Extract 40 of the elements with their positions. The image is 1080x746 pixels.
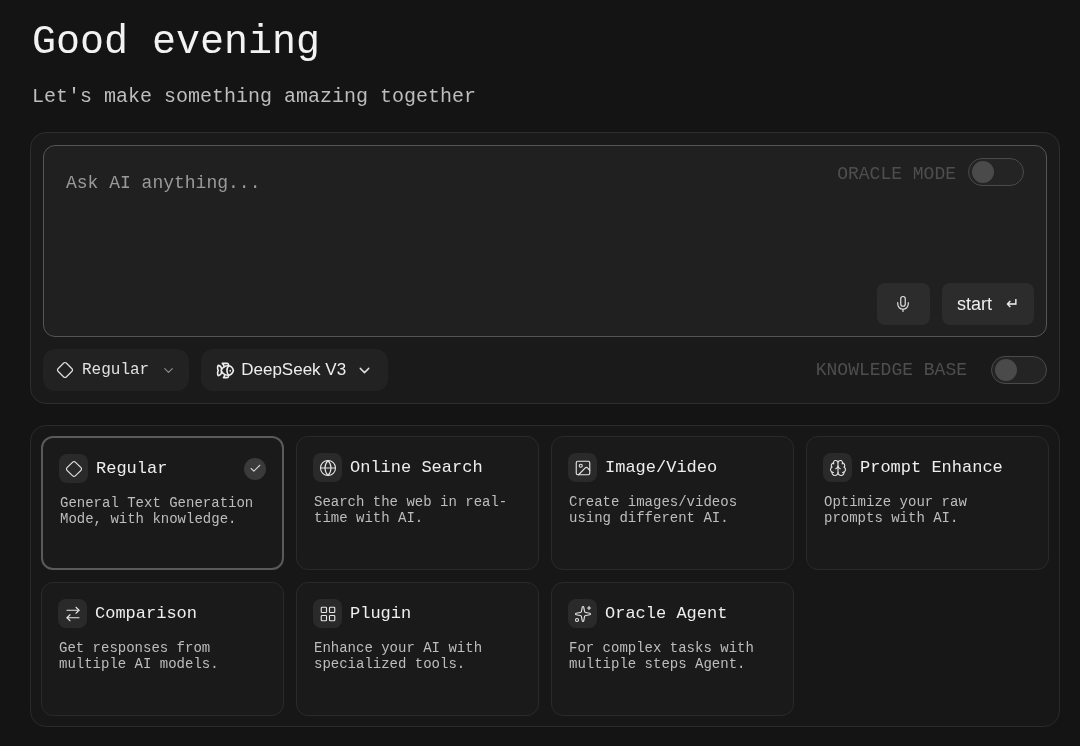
fish-icon [216, 360, 236, 380]
subtitle: Let's make something amazing together [31, 84, 478, 110]
mode-dropdown[interactable]: Regular [43, 349, 190, 391]
mode-title: Prompt Enhance [860, 456, 1003, 479]
mode-card[interactable]: Regular General Text Generation Mode, with knowledge. [41, 436, 284, 570]
globe-icon [313, 453, 342, 482]
start-button[interactable]: start ↵ [942, 283, 1034, 325]
knowledge-base-toggle[interactable] [991, 356, 1047, 384]
mode-title: Online Search [350, 456, 483, 479]
mode-title: Comparison [95, 602, 198, 625]
diamond-icon [56, 361, 74, 379]
mode-card[interactable]: Comparison Get responses from multiple AI models. [41, 582, 284, 716]
brain-icon [823, 453, 852, 482]
microphone-button[interactable] [877, 283, 930, 325]
mode-card[interactable]: Oracle Agent For complex tasks with multiple steps Agent. [551, 582, 794, 716]
sparkles-icon [568, 599, 597, 628]
arrows-icon [58, 599, 87, 628]
mode-card[interactable]: Plugin Enhance your AI with specialized tools. [296, 582, 539, 716]
mode-title: Image/Video [605, 456, 718, 479]
mode-card[interactable]: Prompt Enhance Optimize your raw prompts with AI. [806, 436, 1049, 570]
mode-description: For complex tasks with multiple steps Agent. [568, 640, 755, 672]
mode-description: General Text Generation Mode, with knowledge. [59, 495, 255, 527]
mode-description: Enhance your AI with specialized tools. [313, 640, 484, 672]
mode-title: Regular [96, 457, 168, 480]
mode-card[interactable]: Online Search Search the web in real-time with AI. [296, 436, 539, 570]
diamond-icon [59, 454, 88, 483]
grid-icon [313, 599, 342, 628]
mode-description: Get responses from multiple AI models. [58, 640, 220, 672]
mode-card[interactable]: Image/Video Create images/videos using different AI. [551, 436, 794, 570]
mode-title: Plugin [350, 602, 412, 625]
check-icon [244, 457, 266, 480]
model-dropdown[interactable]: DeepSeek V3 [201, 349, 389, 391]
mode-description: Create images/videos using different AI. [568, 494, 739, 526]
mode-title: Oracle Agent [605, 602, 728, 625]
oracle-mode-toggle[interactable] [968, 158, 1024, 186]
mode-description: Optimize your raw prompts with AI. [823, 494, 968, 526]
image-icon [568, 453, 597, 482]
greeting-heading: Good evening [31, 20, 322, 66]
mode-description: Search the web in real-time with AI. [313, 494, 509, 526]
prompt-input[interactable]: Ask AI anything... [66, 170, 838, 197]
